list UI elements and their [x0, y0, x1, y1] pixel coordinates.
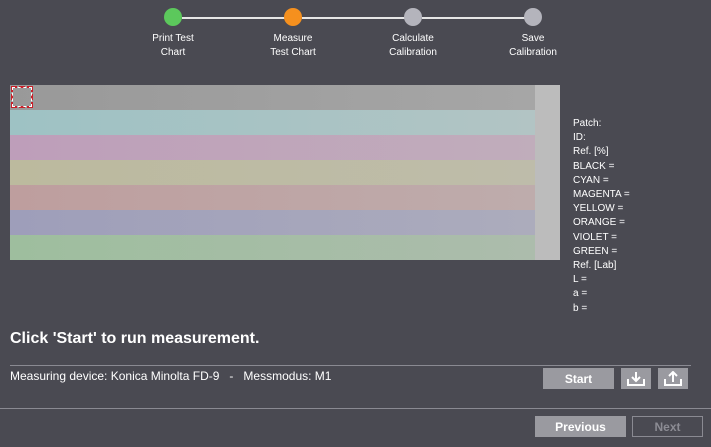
step-dot-measure — [284, 8, 302, 26]
patch-id-label: ID: — [573, 132, 586, 144]
lab-b-value: b = — [573, 302, 588, 314]
divider — [10, 365, 691, 366]
orange-value: ORANGE = — [573, 217, 625, 229]
step-label-save: Save Calibration — [509, 33, 557, 58]
ref-lab-label: Ref. [Lab] — [573, 260, 617, 272]
export-button[interactable] — [658, 368, 688, 389]
import-button[interactable] — [621, 368, 651, 389]
step-label-calculate: Calculate Calibration — [389, 33, 437, 58]
footer-divider — [0, 408, 711, 409]
lab-l-value: L = — [573, 274, 587, 286]
status-message: Click 'Start' to run measurement. — [10, 330, 260, 347]
calibration-window: Print Test Chart Measure Test Chart Calc… — [0, 0, 711, 447]
stepper-line — [302, 17, 406, 19]
chart-row[interactable] — [10, 85, 560, 110]
stepper-line — [422, 17, 526, 19]
cyan-value: CYAN = — [573, 174, 609, 186]
green-value: GREEN = — [573, 245, 618, 257]
step-dot-print — [164, 8, 182, 26]
patch-info-panel: Patch: ID: Ref. [%] BLACK = CYAN = MAGEN… — [573, 117, 703, 316]
black-value: BLACK = — [573, 160, 615, 172]
chart-row[interactable] — [10, 210, 560, 235]
import-icon — [627, 371, 645, 386]
chart-row[interactable] — [10, 135, 560, 160]
yellow-value: YELLOW = — [573, 203, 624, 215]
magenta-value: MAGENTA = — [573, 189, 630, 201]
test-chart[interactable] — [10, 85, 560, 260]
start-button[interactable]: Start — [543, 368, 614, 389]
violet-value: VIOLET = — [573, 231, 618, 243]
step-dot-calculate — [404, 8, 422, 26]
patch-label: Patch: — [573, 118, 602, 129]
step-label-print: Print Test Chart — [152, 33, 194, 58]
stepper-line — [182, 17, 286, 19]
previous-button[interactable]: Previous — [535, 416, 626, 437]
progress-stepper: Print Test Chart Measure Test Chart Calc… — [0, 0, 711, 70]
chart-row[interactable] — [10, 160, 560, 185]
next-button[interactable]: Next — [632, 416, 703, 437]
lab-a-value: a = — [573, 288, 588, 300]
chart-row[interactable] — [10, 185, 560, 210]
selected-patch-marker — [11, 86, 33, 108]
chart-row[interactable] — [10, 235, 560, 260]
step-label-measure: Measure Test Chart — [270, 33, 316, 58]
chart-row[interactable] — [10, 110, 560, 135]
export-icon — [664, 370, 682, 386]
device-info: Measuring device: Konica Minolta FD-9 - … — [10, 369, 332, 383]
ref-percent-label: Ref. [%] — [573, 146, 609, 158]
step-dot-save — [524, 8, 542, 26]
